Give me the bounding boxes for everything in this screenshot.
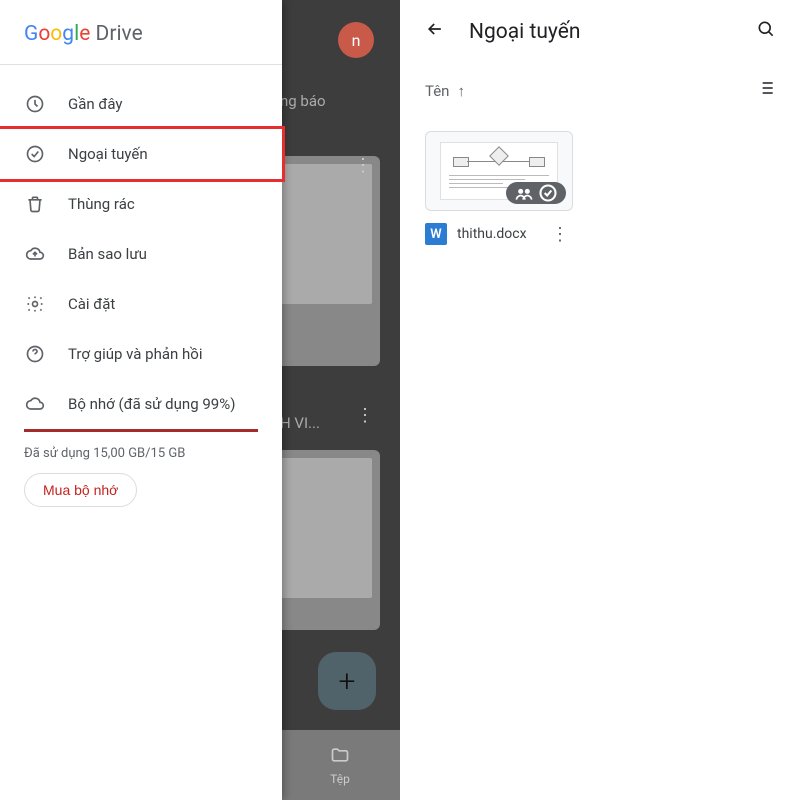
file-more-button[interactable]: ⋮ xyxy=(547,228,573,241)
partial-text: H VI... xyxy=(280,414,320,432)
drawer-item-label: Bộ nhớ (đã sử dụng 99%) xyxy=(68,395,235,413)
storage-usage-text: Đã sử dụng 15,00 GB/15 GB xyxy=(0,446,282,473)
right-screenshot: Ngoại tuyến Tên ↑ xyxy=(400,0,800,800)
drawer-item-backup[interactable]: Bản sao lưu xyxy=(0,229,282,279)
file-tile[interactable]: W thithu.docx ⋮ xyxy=(425,131,573,245)
shared-offline-badge xyxy=(506,182,566,204)
storage-bar xyxy=(24,429,258,432)
more-icon[interactable]: ⋮ xyxy=(356,414,374,418)
drawer-item-help[interactable]: Trợ giúp và phản hồi xyxy=(0,329,282,379)
arrow-up-icon: ↑ xyxy=(457,82,465,100)
google-logo: Google xyxy=(24,22,96,46)
drawer-item-label: Trợ giúp và phản hồi xyxy=(68,345,202,363)
folder-icon xyxy=(330,745,350,770)
avatar[interactable]: n xyxy=(338,22,374,58)
back-button[interactable] xyxy=(419,13,451,51)
sort-by-name[interactable]: Tên ↑ xyxy=(425,82,465,100)
drawer-item-label: Thùng rác xyxy=(68,195,135,213)
file-info-row: W thithu.docx ⋮ xyxy=(425,223,573,245)
drawer-item-label: Gần đây xyxy=(68,95,123,113)
drawer-item-label: Cài đặt xyxy=(68,295,115,313)
file-grid: W thithu.docx ⋮ xyxy=(401,113,800,263)
fab-add-button[interactable]: + xyxy=(318,652,376,710)
bottom-nav-label: Tệp xyxy=(330,772,350,786)
offline-header: Ngoại tuyến xyxy=(401,0,800,64)
drive-word: Drive xyxy=(96,22,143,46)
partial-text: ng báo xyxy=(280,92,326,110)
offline-icon xyxy=(24,143,46,165)
list-view-toggle[interactable] xyxy=(756,78,776,103)
drawer-item-settings[interactable]: Cài đặt xyxy=(0,279,282,329)
cloud-icon xyxy=(24,393,46,415)
drawer-item-trash[interactable]: Thùng rác xyxy=(0,179,282,229)
drawer-item-storage[interactable]: Bộ nhớ (đã sử dụng 99%) xyxy=(0,379,282,429)
sort-label: Tên xyxy=(425,82,449,100)
page-title: Ngoại tuyến xyxy=(469,20,750,44)
navigation-drawer: Google Drive Gần đây Ngoại tuyến xyxy=(0,0,282,800)
more-icon[interactable]: ⋮ xyxy=(354,164,372,168)
sort-row: Tên ↑ xyxy=(401,64,800,113)
file-thumbnail[interactable] xyxy=(425,131,573,211)
search-button[interactable] xyxy=(750,13,782,51)
drawer-list: Gần đây Ngoại tuyến Thùng rác Bản sao lư… xyxy=(0,65,282,507)
drawer-header: Google Drive xyxy=(0,0,282,65)
clock-icon xyxy=(24,93,46,115)
gear-icon xyxy=(24,293,46,315)
drawer-item-offline[interactable]: Ngoại tuyến xyxy=(0,126,285,182)
cloud-upload-icon xyxy=(24,243,46,265)
file-card[interactable]: ⋮ xyxy=(270,156,380,366)
drawer-item-label: Bản sao lưu xyxy=(68,245,147,263)
file-name: thithu.docx xyxy=(457,226,537,242)
word-file-icon: W xyxy=(425,223,447,245)
drawer-item-label: Ngoại tuyến xyxy=(68,145,148,163)
buy-storage-button[interactable]: Mua bộ nhớ xyxy=(24,473,137,507)
help-icon xyxy=(24,343,46,365)
trash-icon xyxy=(24,193,46,215)
drawer-item-recent[interactable]: Gần đây xyxy=(0,79,282,129)
left-screenshot: n ng báo ⋮ H VI... ⋮ + Tệp Google Drive xyxy=(0,0,400,800)
file-card[interactable] xyxy=(270,450,380,630)
